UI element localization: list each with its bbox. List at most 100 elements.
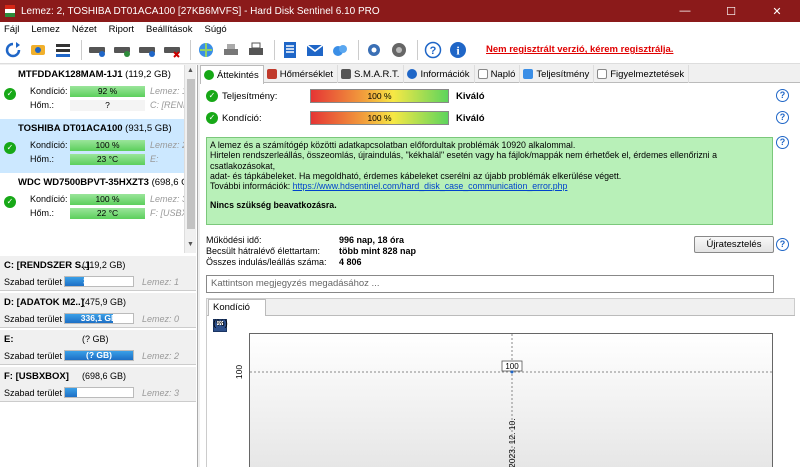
cloud-icon[interactable]: [329, 39, 351, 61]
ok-check-icon: ✓: [4, 142, 16, 154]
chart-panel: 100 2023. 12. 10. 100 Kondíció (%): [206, 298, 795, 467]
stat-row: Működési idő: 996 nap, 18 óra: [206, 235, 606, 246]
help-icon[interactable]: ?: [776, 136, 789, 149]
help-icon[interactable]: ?: [776, 89, 789, 102]
status-message-box: A lemez és a számítógép közötti adatkapc…: [206, 137, 773, 225]
condition-bar: 100 %: [310, 111, 449, 125]
globe-icon[interactable]: [195, 39, 217, 61]
tab-log[interactable]: Napló: [475, 65, 521, 83]
condition-label: Kondíció:: [30, 194, 68, 204]
help-icon[interactable]: ?: [776, 111, 789, 124]
toolbar-separator: [274, 39, 275, 60]
help-icon[interactable]: ?: [422, 39, 444, 61]
ok-check-icon: ✓: [4, 88, 16, 100]
disk-name: WDC WD7500BPVT-35HXZT3: [18, 177, 149, 188]
email-icon[interactable]: [304, 39, 326, 61]
condition-value: 92 %: [70, 86, 145, 97]
disk-remove-icon[interactable]: [161, 39, 183, 61]
menu-view[interactable]: Nézet: [72, 24, 97, 35]
tab-condition-chart[interactable]: Kondíció (%): [208, 299, 266, 329]
disk-surface-icon[interactable]: [136, 39, 158, 61]
tab-label: Figyelmeztetések: [610, 68, 685, 80]
tab-label: Hőmérséklet: [279, 68, 334, 80]
menu-disk[interactable]: Lemez: [31, 24, 60, 35]
stat-value: több mint 828 nap: [339, 246, 417, 256]
retest-button[interactable]: Újratesztelés: [694, 236, 774, 253]
partition-item[interactable]: C: [RENDSZER S..] (119,2 GB) Szabad terü…: [0, 255, 196, 291]
disk-list-scrollbar[interactable]: ▲ ▼: [184, 65, 196, 253]
condition-label: Kondíció:: [30, 140, 68, 150]
ok-check-icon: ✓: [206, 90, 218, 102]
sound-icon[interactable]: [388, 39, 410, 61]
disk-item[interactable]: MTFDDAK128MAM-1J1 (119,2 GB) ✓ Kondíció:…: [0, 65, 196, 119]
stat-label: Becsült hátralévő élettartam:: [206, 246, 321, 256]
tab-smart[interactable]: S.M.A.R.T.: [338, 65, 405, 83]
disk-number: Lemez: 1: [150, 86, 188, 96]
free-space-value: 33,3 GB: [83, 276, 115, 286]
refresh-icon[interactable]: [2, 39, 24, 61]
temperature-label: Hőm.:: [30, 154, 55, 164]
tab-information[interactable]: Információk: [404, 65, 475, 83]
condition-chart: 100 2023. 12. 10. 100: [234, 333, 774, 467]
menu-settings[interactable]: Beállítások: [146, 24, 192, 35]
partition-name: E:: [4, 334, 14, 345]
free-space-label: Szabad terület: [4, 277, 63, 287]
free-space-bar: 33,3 GB: [64, 276, 134, 287]
tab-label: Teljesítmény: [536, 68, 590, 80]
disk-item-selected[interactable]: TOSHIBA DT01ACA100 (931,5 GB) ✓ Kondíció…: [0, 119, 188, 173]
disk-stats: Működési idő: 996 nap, 18 óra Becsült hát…: [206, 235, 606, 268]
info-link[interactable]: https://www.hdsentinel.com/hard_disk_cas…: [293, 181, 568, 191]
maximize-button[interactable]: ☐: [708, 0, 754, 22]
tab-overview[interactable]: Áttekintés: [200, 65, 264, 84]
condition-value: 100 %: [70, 194, 145, 205]
minimize-button[interactable]: —: [662, 0, 708, 22]
tab-alerts[interactable]: Figyelmeztetések: [594, 65, 690, 83]
temperature-value: 23 °C: [70, 154, 145, 165]
free-space-bar: (? GB): [64, 350, 134, 361]
help-icon[interactable]: ?: [776, 238, 789, 251]
menu-report[interactable]: Riport: [109, 24, 134, 35]
partition-size: (698,6 GB): [82, 371, 127, 381]
unregistered-link[interactable]: Nem regisztrált verzió, kérem regisztrál…: [486, 44, 673, 55]
close-button[interactable]: ✕: [754, 0, 800, 22]
disk-list-icon[interactable]: [52, 39, 74, 61]
tab-performance[interactable]: Teljesítmény: [520, 65, 595, 83]
partition-size: (? GB): [82, 334, 109, 344]
stat-row: Összes indulás/leállás száma: 4 806: [206, 257, 606, 268]
disk-info-icon[interactable]: [27, 39, 49, 61]
info-icon[interactable]: i: [447, 39, 469, 61]
chart-area: 100 2023. 12. 10. 100: [207, 315, 795, 467]
condition-value: 100 %: [70, 140, 145, 151]
note-input[interactable]: Kattintson megjegyzés megadásához ...: [206, 275, 774, 293]
partition-item[interactable]: D: [ADATOK M2..] (475,9 GB) Szabad terül…: [0, 292, 196, 328]
disk-number: Lemez: 2: [150, 140, 188, 150]
menu-file[interactable]: Fájl: [4, 24, 19, 35]
printer-icon[interactable]: [245, 39, 267, 61]
disk-item[interactable]: WDC WD7500BPVT-35HXZT3 (698,6 GB) ✓ Kond…: [0, 173, 196, 227]
free-space-bar: 120,8 GB: [64, 387, 134, 398]
partition-item[interactable]: F: [USBXBOX] (698,6 GB) Szabad terület 1…: [0, 366, 196, 402]
disk-size: (931,5 GB): [125, 123, 172, 134]
partition-disk: Lemez: 3: [142, 388, 180, 398]
partition-item[interactable]: E: (? GB) Szabad terület (? GB) Lemez: 2: [0, 329, 196, 365]
partition-name: F: [USBXBOX]: [4, 371, 69, 382]
report-icon[interactable]: [279, 39, 301, 61]
disk-name: MTFDDAK128MAM-1J1: [18, 69, 123, 80]
free-space-value: 336,1 GB: [80, 313, 118, 323]
disk-list: MTFDDAK128MAM-1J1 (119,2 GB) ✓ Kondíció:…: [0, 65, 196, 253]
tab-temperature[interactable]: Hőmérséklet: [264, 65, 339, 83]
scroll-up-icon[interactable]: ▲: [187, 67, 194, 74]
menu-help[interactable]: Súgó: [204, 24, 226, 35]
scroll-down-icon[interactable]: ▼: [187, 241, 194, 248]
scroll-thumb[interactable]: [187, 79, 195, 229]
settings-icon[interactable]: [363, 39, 385, 61]
stat-value: 996 nap, 18 óra: [339, 235, 405, 245]
condition-row: ✓ Kondíció: 100 % Kiváló: [206, 110, 796, 126]
message-line: A lemez és a számítógép közötti adatkapc…: [210, 140, 576, 150]
condition-label: Kondíció:: [222, 113, 262, 124]
disk-check-icon[interactable]: [86, 39, 108, 61]
condition-label: Kondíció:: [30, 86, 68, 96]
disk-test-icon[interactable]: [111, 39, 133, 61]
stat-label: Működési idő:: [206, 235, 262, 245]
network-icon[interactable]: [220, 39, 242, 61]
